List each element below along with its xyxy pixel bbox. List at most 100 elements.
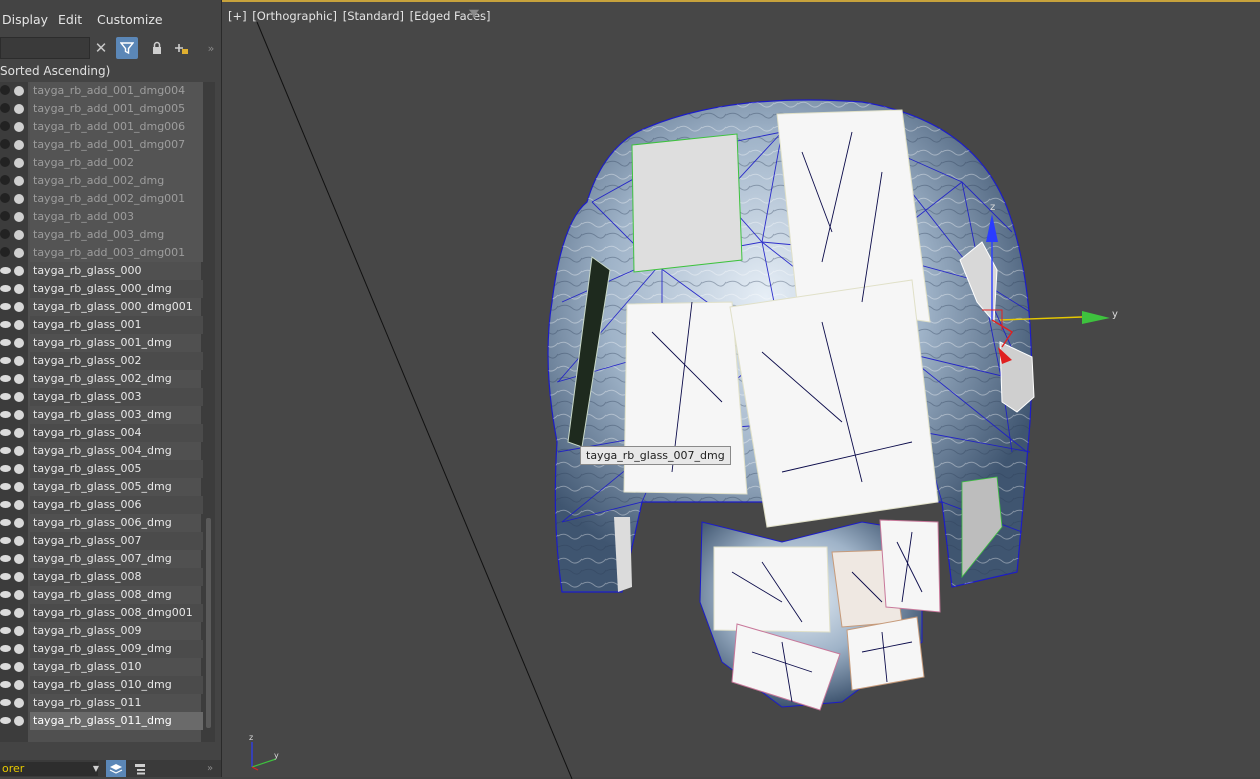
lock-icon[interactable] (146, 37, 168, 59)
list-item[interactable]: tayga_rb_glass_005_dmg (0, 478, 201, 496)
list-item[interactable]: tayga_rb_glass_001 (0, 316, 203, 334)
list-item-label[interactable]: tayga_rb_add_002_dmg (30, 172, 203, 190)
list-item[interactable]: tayga_rb_glass_008 (0, 568, 203, 586)
search-input[interactable] (0, 37, 90, 59)
eye-hidden-icon[interactable] (0, 85, 10, 95)
eye-icon[interactable] (0, 663, 11, 670)
eye-icon[interactable] (0, 357, 11, 364)
eye-icon[interactable] (0, 375, 11, 382)
eye-icon[interactable] (0, 555, 11, 562)
eye-icon[interactable] (0, 429, 11, 436)
list-item-label[interactable]: tayga_rb_glass_003_dmg (30, 406, 203, 424)
freeze-toggle-icon[interactable] (14, 680, 24, 690)
list-header[interactable]: Sorted Ascending) (0, 64, 110, 78)
menu-customize[interactable]: Customize (97, 12, 163, 27)
list-item[interactable]: tayga_rb_glass_003 (0, 388, 203, 406)
freeze-toggle-icon[interactable] (14, 374, 24, 384)
list-item-label[interactable]: tayga_rb_glass_004_dmg (30, 442, 203, 460)
list-item[interactable]: tayga_rb_glass_009_dmg (0, 640, 203, 658)
list-item-label[interactable]: tayga_rb_glass_007_dmg (30, 550, 203, 568)
list-item[interactable]: tayga_rb_add_002_dmg (0, 172, 203, 190)
freeze-toggle-icon[interactable] (14, 572, 24, 582)
eye-icon[interactable] (0, 339, 11, 346)
sort-by-hierarchy-icon[interactable] (130, 760, 150, 777)
explorer-name-field[interactable]: orer (0, 762, 98, 776)
list-item-label[interactable]: tayga_rb_glass_000_dmg001 (30, 298, 203, 316)
eye-icon[interactable] (0, 681, 11, 688)
list-item[interactable]: tayga_rb_glass_009 (0, 622, 201, 640)
list-item[interactable]: tayga_rb_add_002 (0, 154, 203, 172)
eye-icon[interactable] (0, 267, 11, 274)
list-item[interactable]: tayga_rb_glass_008_dmg001 (0, 604, 203, 622)
eye-icon[interactable] (0, 645, 11, 652)
eye-icon[interactable] (0, 627, 11, 634)
eye-hidden-icon[interactable] (0, 193, 10, 203)
list-item[interactable]: tayga_rb_add_001_dmg007 (0, 136, 203, 154)
eye-icon[interactable] (0, 501, 11, 508)
freeze-toggle-icon[interactable] (14, 122, 24, 132)
eye-icon[interactable] (0, 717, 11, 724)
list-item-label[interactable]: tayga_rb_glass_009_dmg (30, 640, 203, 658)
freeze-toggle-icon[interactable] (14, 356, 24, 366)
freeze-toggle-icon[interactable] (14, 212, 24, 222)
freeze-toggle-icon[interactable] (14, 482, 24, 492)
freeze-toggle-icon[interactable] (14, 626, 24, 636)
eye-hidden-icon[interactable] (0, 247, 10, 257)
list-item[interactable]: tayga_rb_glass_004 (0, 424, 203, 442)
eye-icon[interactable] (0, 321, 11, 328)
dropdown-arrow-icon[interactable]: ▼ (86, 760, 106, 777)
freeze-toggle-icon[interactable] (14, 176, 24, 186)
eye-icon[interactable] (0, 285, 11, 292)
freeze-toggle-icon[interactable] (14, 338, 24, 348)
list-item-label[interactable]: tayga_rb_glass_008_dmg001 (30, 604, 203, 622)
list-item[interactable]: tayga_rb_glass_000_dmg001 (0, 298, 201, 316)
list-item[interactable]: tayga_rb_glass_002 (0, 352, 203, 370)
list-item-label[interactable]: tayga_rb_add_003_dmg001 (30, 244, 203, 262)
list-item[interactable]: tayga_rb_glass_008_dmg (0, 586, 201, 604)
eye-hidden-icon[interactable] (0, 211, 10, 221)
freeze-toggle-icon[interactable] (14, 410, 24, 420)
list-item-label[interactable]: tayga_rb_glass_005_dmg (30, 478, 203, 496)
list-item-label[interactable]: tayga_rb_add_002 (30, 154, 203, 172)
list-item[interactable]: tayga_rb_glass_005 (0, 460, 203, 478)
list-item[interactable]: tayga_rb_glass_007 (0, 532, 203, 550)
list-item[interactable]: tayga_rb_glass_011 (0, 694, 201, 712)
list-item-label[interactable]: tayga_rb_glass_010 (30, 658, 203, 676)
list-item[interactable]: tayga_rb_glass_004_dmg (0, 442, 201, 460)
list-item[interactable]: tayga_rb_glass_006 (0, 496, 203, 514)
list-item-label[interactable]: tayga_rb_add_001_dmg006 (30, 118, 203, 136)
list-item-label[interactable]: tayga_rb_glass_005 (30, 460, 203, 478)
list-item-label[interactable]: tayga_rb_glass_008_dmg (30, 586, 203, 604)
eye-hidden-icon[interactable] (0, 175, 10, 185)
list-item-label[interactable]: tayga_rb_add_001_dmg007 (30, 136, 203, 154)
eye-icon[interactable] (0, 411, 11, 418)
eye-icon[interactable] (0, 591, 11, 598)
freeze-toggle-icon[interactable] (14, 698, 24, 708)
freeze-toggle-icon[interactable] (14, 644, 24, 654)
freeze-toggle-icon[interactable] (14, 464, 24, 474)
freeze-toggle-icon[interactable] (14, 230, 24, 240)
freeze-toggle-icon[interactable] (14, 536, 24, 546)
eye-icon[interactable] (0, 447, 11, 454)
list-item-label[interactable]: tayga_rb_glass_006 (30, 496, 203, 514)
list-item[interactable]: tayga_rb_add_002_dmg001 (0, 190, 203, 208)
list-item[interactable]: tayga_rb_add_001_dmg006 (0, 118, 203, 136)
eye-icon[interactable] (0, 519, 11, 526)
freeze-toggle-icon[interactable] (14, 266, 24, 276)
eye-icon[interactable] (0, 537, 11, 544)
list-item-label[interactable]: tayga_rb_add_003 (30, 208, 203, 226)
eye-icon[interactable] (0, 699, 11, 706)
filter-icon[interactable] (116, 37, 138, 59)
freeze-toggle-icon[interactable] (14, 590, 24, 600)
freeze-toggle-icon[interactable] (14, 140, 24, 150)
eye-icon[interactable] (0, 393, 11, 400)
list-scrollbar[interactable] (204, 82, 213, 742)
eye-hidden-icon[interactable] (0, 121, 10, 131)
list-item[interactable]: tayga_rb_glass_006_dmg (0, 514, 201, 532)
list-item-label[interactable]: tayga_rb_glass_002 (30, 352, 203, 370)
freeze-toggle-icon[interactable] (14, 662, 24, 672)
freeze-toggle-icon[interactable] (14, 446, 24, 456)
freeze-toggle-icon[interactable] (14, 104, 24, 114)
freeze-toggle-icon[interactable] (14, 716, 24, 726)
list-item-label[interactable]: tayga_rb_glass_007 (30, 532, 203, 550)
